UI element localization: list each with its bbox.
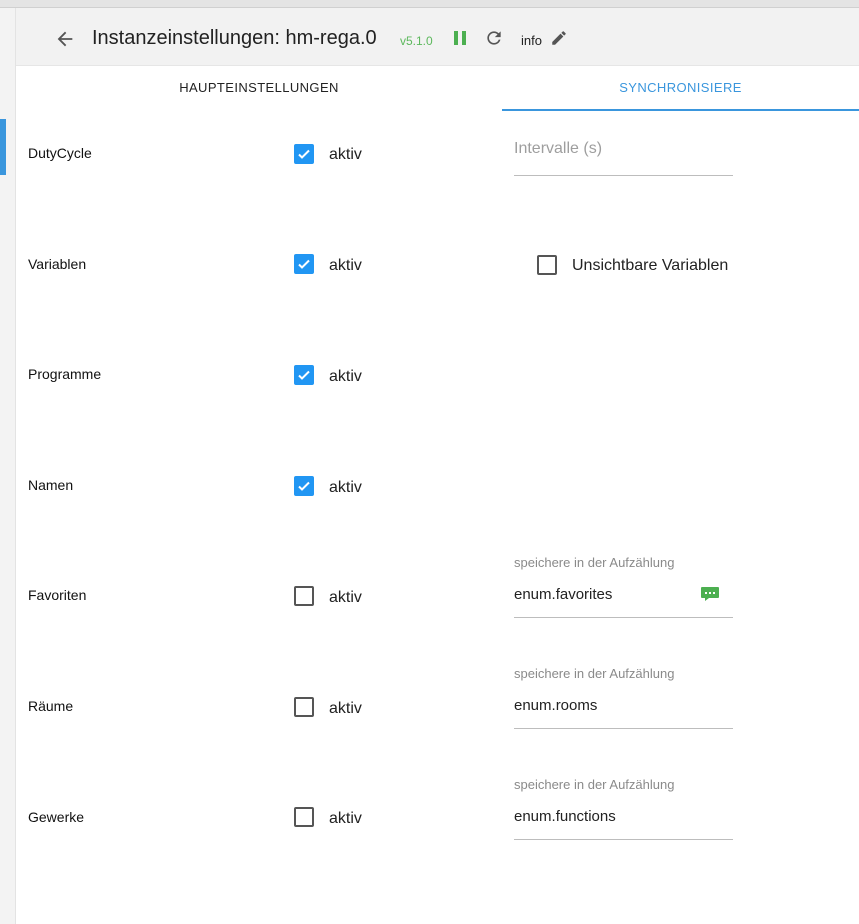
checkbox-namen[interactable] (294, 476, 314, 496)
pause-icon[interactable] (453, 30, 467, 46)
reload-icon[interactable] (484, 28, 504, 48)
invisible-variables-label: Unsichtbare Variablen (572, 257, 729, 274)
instance-header: Instanzeinstellungen: hm-rega.0 v5.1.0 i… (16, 8, 859, 66)
info-label[interactable]: info (521, 33, 542, 48)
label-gewerke: Gewerke (28, 809, 85, 825)
enum-rooms-underline (514, 728, 733, 729)
top-border (0, 0, 859, 8)
label-dutycycle: DutyCycle (28, 145, 92, 161)
checkbox-label-namen: aktiv (329, 479, 362, 496)
enum-rooms-input[interactable]: enum.rooms (514, 697, 597, 714)
back-arrow-icon[interactable] (54, 28, 76, 50)
settings-tabs: HAUPTEINSTELLUNGEN SYNCHRONISIERE (16, 65, 859, 111)
checkbox-raeume[interactable] (294, 697, 314, 717)
chat-bubble-icon[interactable] (700, 586, 720, 602)
checkbox-label-gewerke: aktiv (329, 810, 362, 827)
checkbox-favoriten[interactable] (294, 586, 314, 606)
tab-haupteinstellungen[interactable]: HAUPTEINSTELLUNGEN (16, 65, 502, 109)
checkbox-label-favoriten: aktiv (329, 589, 362, 606)
checkbox-dutycycle[interactable] (294, 144, 314, 164)
checkbox-invisible-variables[interactable] (537, 255, 557, 275)
enum-favorites-label: speichere in der Aufzählung (514, 555, 675, 570)
enum-favorites-input[interactable]: enum.favorites (514, 586, 612, 603)
enum-favorites-underline (514, 617, 733, 618)
label-programme: Programme (28, 366, 102, 382)
checkbox-label-programme: aktiv (329, 368, 362, 385)
label-favoriten: Favoriten (28, 587, 87, 603)
enum-functions-label: speichere in der Aufzählung (514, 777, 675, 792)
edit-pencil-icon[interactable] (550, 29, 568, 47)
tab-synchronisiere[interactable]: SYNCHRONISIERE (502, 65, 859, 109)
checkbox-variablen[interactable] (294, 254, 314, 274)
enum-rooms-label: speichere in der Aufzählung (514, 666, 675, 681)
sidebar-active-indicator (0, 119, 6, 175)
label-namen: Namen (28, 477, 74, 493)
version-badge: v5.1.0 (400, 34, 433, 48)
checkbox-label-dutycycle: aktiv (329, 146, 362, 163)
checkbox-programme[interactable] (294, 365, 314, 385)
page-title: Instanzeinstellungen: hm-rega.0 (92, 27, 377, 49)
enum-functions-input[interactable]: enum.functions (514, 808, 616, 825)
checkbox-label-variablen: aktiv (329, 257, 362, 274)
interval-input-underline (514, 175, 733, 176)
active-tab-indicator (502, 109, 859, 111)
enum-functions-underline (514, 839, 733, 840)
label-raeume: Räume (28, 698, 74, 714)
checkbox-label-raeume: aktiv (329, 700, 362, 717)
label-variablen: Variablen (28, 256, 87, 272)
interval-input[interactable]: Intervalle (s) (514, 140, 602, 158)
checkbox-gewerke[interactable] (294, 807, 314, 827)
